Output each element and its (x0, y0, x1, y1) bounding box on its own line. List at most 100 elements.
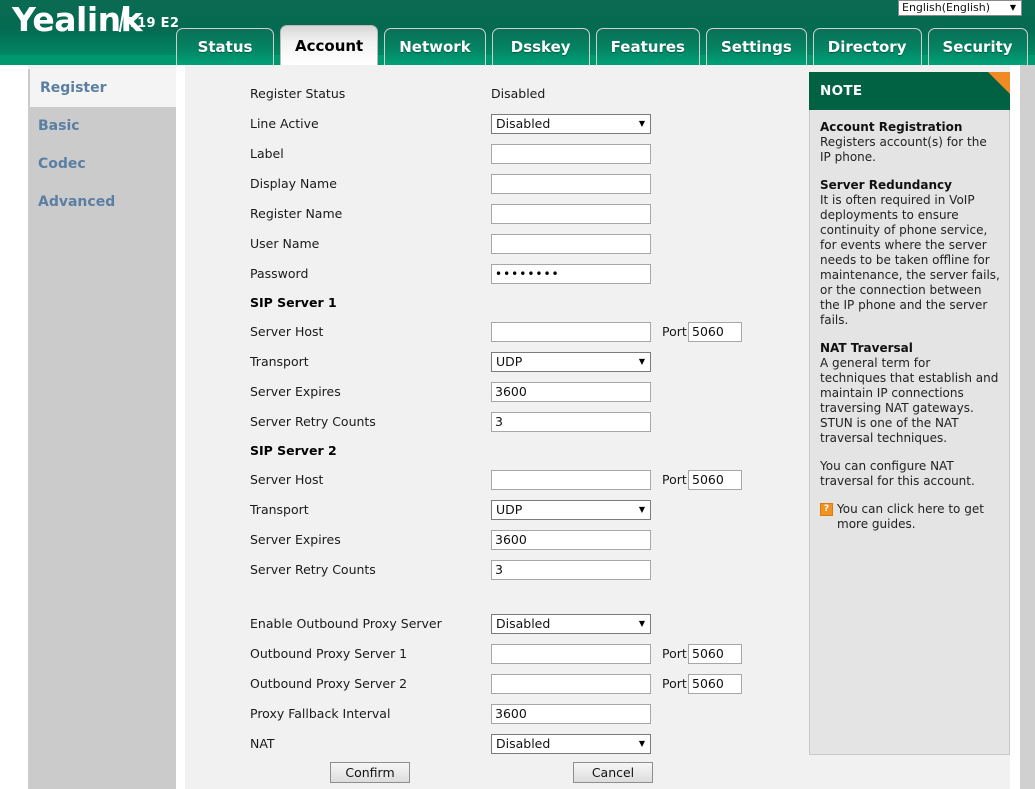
outbound-proxy-1-label: Outbound Proxy Server 1 (250, 646, 408, 661)
chevron-down-icon: ▼ (638, 739, 646, 748)
sip2-server-expires-input[interactable]: 3600 (491, 530, 651, 550)
note-panel: NOTE Account Registration Registers acco… (809, 72, 1010, 755)
row-sip1-server-retry-counts: Server Retry Counts 3 (185, 407, 808, 437)
note-heading-nat-traversal: NAT Traversal (820, 341, 913, 355)
label-input[interactable] (491, 144, 651, 164)
tab-security[interactable]: Security (927, 28, 1028, 65)
app-header: Yealink T19 E2 English(English) ▼ Status… (0, 0, 1035, 65)
display-name-input[interactable] (491, 174, 651, 194)
cancel-button[interactable]: Cancel (573, 762, 653, 783)
sidebar-item-basic[interactable]: Basic (28, 107, 176, 145)
language-select[interactable]: English(English) ▼ (898, 0, 1022, 16)
help-question-icon[interactable]: ? (820, 503, 833, 516)
note-text-account-registration: Registers account(s) for the IP phone. (820, 135, 987, 164)
sip1-transport-select-value: UDP (496, 354, 523, 369)
tab-directory[interactable]: Directory (812, 28, 922, 65)
password-masked-value: •••••••• (495, 267, 560, 281)
row-register-status: Register Status Disabled (185, 79, 808, 109)
sip1-port-label: Port (662, 324, 687, 339)
label-field-label: Label (250, 146, 284, 161)
sip2-server-host-label: Server Host (250, 472, 324, 487)
row-enable-outbound-proxy: Enable Outbound Proxy Server Disabled ▼ (185, 609, 808, 639)
register-name-input[interactable] (491, 204, 651, 224)
tab-settings[interactable]: Settings (705, 28, 807, 65)
note-text-nat-account: You can configure NAT traversal for this… (820, 459, 975, 488)
note-panel-header: NOTE (809, 72, 1010, 110)
sip2-transport-select[interactable]: UDP ▼ (491, 500, 651, 520)
sidebar-item-advanced[interactable]: Advanced (28, 183, 176, 221)
row-password: Password •••••••• (185, 259, 808, 289)
tab-network[interactable]: Network (384, 28, 486, 65)
sip1-transport-select[interactable]: UDP ▼ (491, 352, 651, 372)
row-sip1-transport: Transport UDP ▼ (185, 347, 808, 377)
enable-outbound-proxy-label: Enable Outbound Proxy Server (250, 616, 442, 631)
confirm-button[interactable]: Confirm (330, 762, 410, 783)
sidebar: Register Basic Codec Advanced (28, 69, 176, 789)
sip2-port-input[interactable]: 5060 (688, 470, 742, 490)
sip2-server-retry-counts-label: Server Retry Counts (250, 562, 376, 577)
line-active-select-value: Disabled (496, 116, 551, 131)
row-nat: NAT Disabled ▼ (185, 729, 808, 759)
sip2-server-retry-counts-input[interactable]: 3 (491, 560, 651, 580)
row-sip1-server-expires: Server Expires 3600 (185, 377, 808, 407)
password-input[interactable]: •••••••• (491, 264, 651, 284)
sip2-server-expires-label: Server Expires (250, 532, 341, 547)
sip2-transport-select-value: UDP (496, 502, 523, 517)
sidebar-item-codec[interactable]: Codec (28, 145, 176, 183)
form-actions: Confirm Cancel (185, 762, 808, 789)
outbound-proxy-2-input[interactable] (491, 674, 651, 694)
tab-account[interactable]: Account (280, 25, 379, 65)
outbound-proxy-1-input[interactable] (491, 644, 651, 664)
user-name-input[interactable] (491, 234, 651, 254)
outbound-proxy-2-label: Outbound Proxy Server 2 (250, 676, 408, 691)
sip1-server-retry-counts-label: Server Retry Counts (250, 414, 376, 429)
display-name-label: Display Name (250, 176, 337, 191)
outbound-proxy-2-port-input[interactable]: 5060 (688, 674, 742, 694)
left-margin (0, 65, 28, 789)
proxy-fallback-interval-input[interactable]: 3600 (491, 704, 651, 724)
sip1-port-input[interactable]: 5060 (688, 322, 742, 342)
chevron-down-icon: ▼ (638, 619, 646, 628)
enable-outbound-proxy-select[interactable]: Disabled ▼ (491, 614, 651, 634)
row-sip2-transport: Transport UDP ▼ (185, 495, 808, 525)
sidebar-item-register[interactable]: Register (30, 69, 176, 107)
right-edge-gap (1010, 65, 1020, 789)
sip2-server-host-input[interactable] (491, 470, 651, 490)
nat-label: NAT (250, 736, 275, 751)
sip2-transport-label: Transport (250, 502, 309, 517)
device-model-label: T19 E2 (128, 16, 180, 31)
note-panel-title: NOTE (820, 83, 863, 99)
register-status-value: Disabled (491, 86, 546, 101)
row-outbound-proxy-2: Outbound Proxy Server 2 Port 5060 (185, 669, 808, 699)
sip2-port-label: Port (662, 472, 687, 487)
right-edge-strip (1020, 65, 1035, 789)
nat-select[interactable]: Disabled ▼ (491, 734, 651, 754)
row-line-active: Line Active Disabled ▼ (185, 109, 808, 139)
row-proxy-fallback-interval: Proxy Fallback Interval 3600 (185, 699, 808, 729)
tab-features[interactable]: Features (595, 28, 700, 65)
row-sip1-server-host: Server Host Port 5060 (185, 317, 808, 347)
chevron-down-icon: ▼ (638, 505, 646, 514)
outbound-proxy-1-port-label: Port (662, 646, 687, 661)
row-sip2-server-retry-counts: Server Retry Counts 3 (185, 555, 808, 585)
sip-server-1-title: SIP Server 1 (250, 295, 337, 310)
tab-status[interactable]: Status (176, 28, 274, 65)
yealink-web-ui: Yealink T19 E2 English(English) ▼ Status… (0, 0, 1035, 789)
tab-dsskey[interactable]: Dsskey (491, 28, 590, 65)
nat-select-value: Disabled (496, 736, 551, 751)
outbound-proxy-1-port-input[interactable]: 5060 (688, 644, 742, 664)
chevron-down-icon: ▼ (638, 119, 646, 128)
chevron-down-icon: ▼ (1009, 3, 1017, 12)
enable-outbound-proxy-select-value: Disabled (496, 616, 551, 631)
sip1-server-expires-input[interactable]: 3600 (491, 382, 651, 402)
chevron-down-icon: ▼ (638, 357, 646, 366)
line-active-select[interactable]: Disabled ▼ (491, 114, 651, 134)
row-sip-server-1-title: SIP Server 1 (185, 289, 808, 317)
note-help-link[interactable]: ? You can click here to get more guides. (820, 502, 1000, 532)
row-outbound-proxy-1: Outbound Proxy Server 1 Port 5060 (185, 639, 808, 669)
main-tabs: Status Account Network Dsskey Features S… (176, 25, 1028, 65)
note-text-nat-traversal: A general term for techniques that estab… (820, 356, 999, 445)
user-name-label: User Name (250, 236, 320, 251)
sip1-server-retry-counts-input[interactable]: 3 (491, 412, 651, 432)
sip1-server-host-input[interactable] (491, 322, 651, 342)
